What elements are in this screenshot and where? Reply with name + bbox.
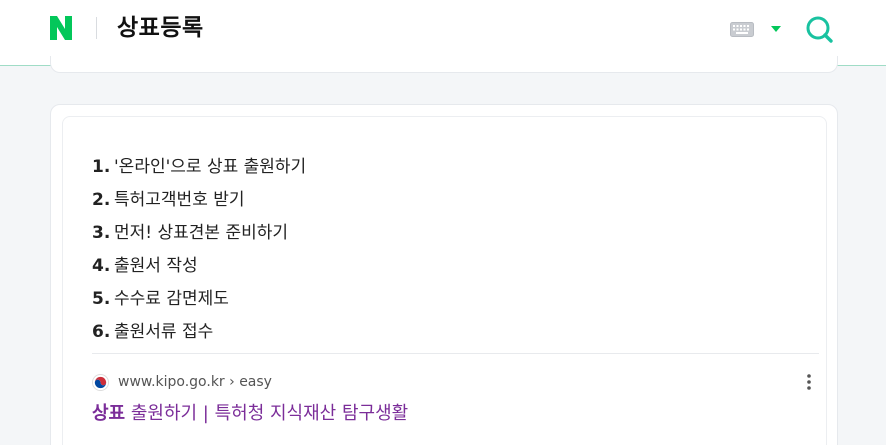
list-item: 5. 수수료 감면제도 [92,287,306,320]
result-title-link[interactable]: 상표 출원하기 | 특허청 지식재산 탐구생활 [92,401,408,427]
step-text: 출원서 작성 [114,256,198,276]
step-number: 1. [92,157,111,177]
divider [92,353,819,354]
header-divider [96,17,97,39]
step-number: 5. [92,289,111,309]
list-item: 6. 출원서류 접수 [92,320,306,353]
step-text: 출원서류 접수 [114,322,214,342]
step-text: 먼저! 상표견본 준비하기 [114,223,289,243]
step-text: 수수료 감면제도 [114,289,229,309]
result-content: 1. '온라인'으로 상표 출원하기 2. 특허고객번호 받기 3. 먼저! 상… [62,116,827,445]
source-url[interactable]: www.kipo.go.kr › easy [118,374,272,390]
chevron-down-icon[interactable] [770,25,782,33]
step-text: 특허고객번호 받기 [114,190,245,210]
result-source[interactable]: www.kipo.go.kr › easy [92,373,272,391]
link-highlight: 상표 [92,403,126,424]
list-item: 4. 출원서 작성 [92,254,306,287]
step-text: '온라인'으로 상표 출원하기 [114,157,307,177]
step-number: 6. [92,322,111,342]
link-text: 출원하기 | 특허청 지식재산 탐구생활 [125,403,409,424]
search-query[interactable]: 상표등록 [117,12,204,44]
list-item: 1. '온라인'으로 상표 출원하기 [92,155,306,188]
naver-logo-icon[interactable] [48,15,74,41]
previous-result-card [50,56,838,73]
step-number: 4. [92,256,111,276]
list-item: 3. 먼저! 상표견본 준비하기 [92,221,306,254]
step-number: 2. [92,190,111,210]
more-vertical-icon[interactable] [806,373,812,391]
list-item: 2. 특허고객번호 받기 [92,188,306,221]
search-result-card: 1. '온라인'으로 상표 출원하기 2. 특허고객번호 받기 3. 먼저! 상… [50,104,838,445]
search-icon[interactable] [804,14,834,44]
taegeuk-icon [92,373,109,391]
step-number: 3. [92,223,111,243]
step-list: 1. '온라인'으로 상표 출원하기 2. 특허고객번호 받기 3. 먼저! 상… [92,155,306,353]
keyboard-icon[interactable] [730,22,754,37]
